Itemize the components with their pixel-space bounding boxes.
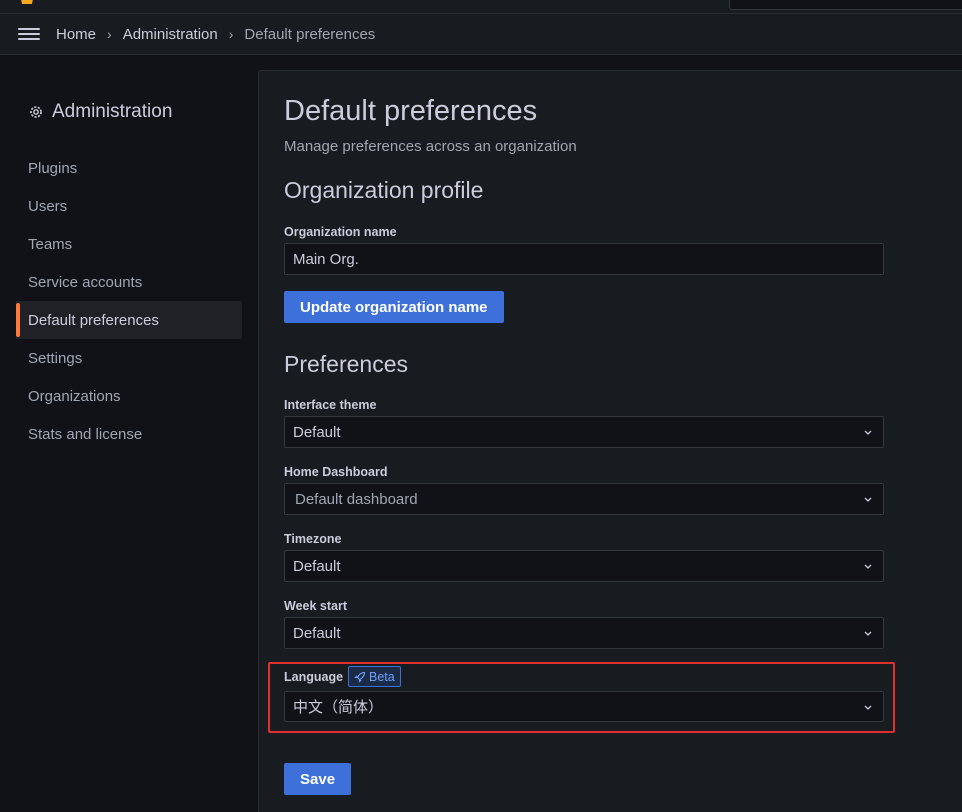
home-dashboard-placeholder: Default dashboard	[295, 490, 418, 508]
grafana-logo-icon[interactable]	[18, 0, 36, 6]
sidebar-item-default-preferences[interactable]: Default preferences	[16, 301, 242, 339]
sidebar-item-users[interactable]: Users	[16, 187, 242, 225]
language-value: 中文（简体）	[293, 699, 384, 716]
theme-label: Interface theme	[284, 398, 377, 412]
home-dashboard-label: Home Dashboard	[284, 465, 388, 479]
menu-icon[interactable]	[18, 26, 40, 42]
rocket-icon	[354, 671, 366, 683]
sidebar-item-teams[interactable]: Teams	[16, 225, 242, 263]
sidebar-item-stats-and-license[interactable]: Stats and license	[16, 415, 242, 453]
org-name-label: Organization name	[284, 225, 397, 239]
search-input[interactable]	[729, 0, 962, 10]
cog-icon	[30, 106, 42, 118]
breadcrumb-separator: ›	[228, 26, 234, 42]
chevron-down-icon	[864, 705, 872, 710]
breadcrumb-current: Default preferences	[244, 25, 376, 43]
breadcrumb-separator: ›	[107, 26, 112, 42]
sidebar-nav: Plugins Users Teams Service accounts Def…	[16, 149, 242, 453]
breadcrumb-home[interactable]: Home	[56, 26, 96, 43]
page-subtitle: Manage preferences across an organizatio…	[284, 138, 577, 155]
sidebar-title: Administration	[28, 101, 172, 123]
chevron-down-icon	[864, 430, 872, 435]
language-select[interactable]: 中文（简体）	[284, 691, 884, 722]
sidebar-item-service-accounts[interactable]: Service accounts	[16, 263, 242, 301]
theme-value: Default	[293, 423, 341, 441]
breadcrumb-administration[interactable]: Administration	[123, 26, 218, 43]
home-dashboard-select[interactable]: Default dashboard	[284, 483, 884, 515]
org-name-input[interactable]: Main Org.	[284, 243, 884, 275]
timezone-value: Default	[293, 557, 341, 575]
language-label: Language	[284, 670, 344, 684]
week-start-label: Week start	[284, 599, 347, 613]
sidebar-item-organizations[interactable]: Organizations	[16, 377, 242, 415]
beta-badge: Beta	[348, 666, 401, 687]
chevron-down-icon	[864, 631, 872, 636]
main-panel: Default preferences Manage preferences a…	[258, 70, 962, 812]
org-profile-heading: Organization profile	[284, 177, 484, 203]
timezone-label: Timezone	[284, 532, 342, 546]
beta-badge-label: Beta	[369, 669, 395, 684]
sidebar-title-label: Administration	[52, 101, 173, 122]
sidebar-item-plugins[interactable]: Plugins	[16, 149, 242, 187]
top-header	[0, 0, 962, 14]
chevron-down-icon	[864, 564, 872, 569]
timezone-select[interactable]: Default	[284, 550, 884, 582]
chevron-down-icon	[864, 497, 872, 502]
preferences-heading: Preferences	[284, 351, 409, 377]
page-title: Default preferences	[284, 95, 538, 127]
update-org-name-button[interactable]: Update organization name	[284, 291, 504, 323]
sidebar: Administration Plugins Users Teams Servi…	[0, 55, 258, 812]
week-start-value: Default	[293, 624, 341, 642]
theme-select[interactable]: Default	[284, 416, 884, 448]
week-start-select[interactable]: Default	[284, 617, 884, 649]
sidebar-item-settings[interactable]: Settings	[16, 339, 242, 377]
breadcrumb-bar: Home › Administration › Default preferen…	[0, 14, 962, 55]
save-button[interactable]: Save	[284, 763, 352, 795]
